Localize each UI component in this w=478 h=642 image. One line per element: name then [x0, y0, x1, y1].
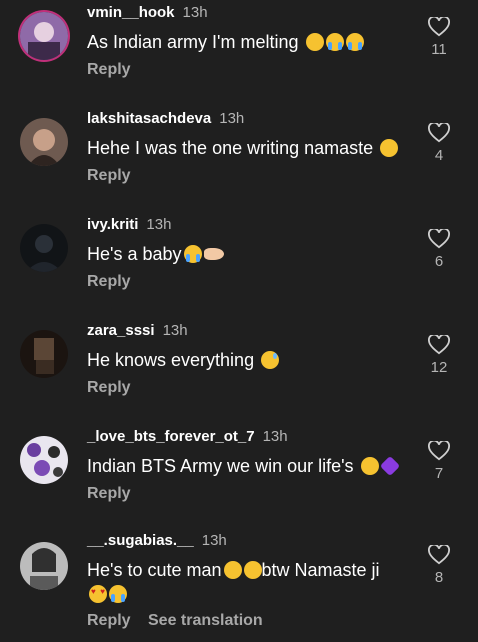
username-text[interactable]: vmin__hook	[87, 4, 175, 21]
anxious-face-emoji	[261, 351, 280, 369]
comment-text: As Indian army I'm melting	[87, 30, 417, 54]
comment-text-body: As Indian army I'm melting	[87, 32, 299, 52]
grimacing-face-emoji	[223, 561, 242, 579]
like-button[interactable]: 6	[426, 229, 452, 270]
comment-text: Indian BTS Army we win our life's	[87, 454, 417, 478]
comment-text-continued: btw Namaste ji	[261, 560, 380, 580]
avatar[interactable]	[20, 542, 68, 590]
heart-icon[interactable]	[428, 229, 450, 249]
comment-text-body: Hehe I was the one writing namaste	[87, 138, 374, 158]
reply-button[interactable]: Reply	[87, 485, 131, 503]
comment-text: He's to cute man btw Namaste ji	[87, 558, 417, 606]
heart-icon[interactable]	[428, 123, 450, 143]
username-text[interactable]: __.sugabias.__	[87, 532, 194, 549]
avatar[interactable]	[20, 118, 68, 166]
like-count: 8	[434, 569, 444, 586]
tears-of-joy-face-emoji	[109, 585, 127, 603]
reply-button[interactable]: Reply	[87, 167, 131, 185]
comment-text-body: He's a baby	[87, 244, 182, 264]
comment-text: He's a baby	[87, 242, 417, 266]
avatar[interactable]	[20, 224, 68, 272]
heart-icon[interactable]	[428, 17, 450, 37]
comment-username[interactable]: vmin__hook 13h	[87, 4, 208, 21]
melting-face-emoji	[305, 33, 324, 51]
heart-eyes-face-emoji	[89, 585, 107, 603]
comment-username[interactable]: ivy.kriti 13h	[87, 216, 171, 233]
comment-time: 13h	[262, 428, 288, 445]
heart-icon[interactable]	[428, 335, 450, 355]
smiling-face-emoji	[360, 457, 379, 475]
purple-heart-emoji	[379, 455, 400, 477]
like-button[interactable]: 12	[426, 335, 452, 376]
avatar[interactable]	[20, 12, 68, 60]
comment-time: 13h	[162, 322, 188, 339]
heart-icon[interactable]	[428, 441, 450, 461]
comment-text-body: He's to cute man	[87, 560, 222, 580]
like-count: 12	[430, 359, 448, 376]
comment-time: 13h	[201, 532, 227, 549]
comment-text: He knows everything	[87, 348, 417, 372]
like-button[interactable]: 11	[426, 17, 452, 58]
face-blowing-kiss-emoji	[243, 561, 262, 579]
pointing-hand-emoji	[203, 248, 224, 260]
username-text[interactable]: ivy.kriti	[87, 216, 138, 233]
like-button[interactable]: 4	[426, 123, 452, 164]
comment-username[interactable]: _love_bts_forever_ot_7 13h	[87, 428, 288, 445]
reply-button[interactable]: Reply	[87, 61, 131, 79]
loudly-crying-face-emoji	[325, 33, 344, 51]
like-button[interactable]: 7	[426, 441, 452, 482]
avatar[interactable]	[20, 330, 68, 378]
like-button[interactable]: 8	[426, 545, 452, 586]
loudly-crying-face-emoji	[183, 245, 202, 263]
grinning-face-emoji	[380, 139, 399, 157]
comment-text-body: Indian BTS Army we win our life's	[87, 456, 354, 476]
loudly-crying-face-emoji	[345, 33, 364, 51]
comment-time: 13h	[182, 4, 208, 21]
username-text[interactable]: zara_sssi	[87, 322, 155, 339]
heart-icon[interactable]	[428, 545, 450, 565]
comment-username[interactable]: __.sugabias.__ 13h	[87, 532, 227, 549]
username-text[interactable]: lakshitasachdeva	[87, 110, 211, 127]
comment-text: Hehe I was the one writing namaste	[87, 136, 417, 160]
reply-button[interactable]: Reply	[87, 612, 131, 630]
see-translation-button[interactable]: See translation	[148, 612, 263, 630]
comment-username[interactable]: zara_sssi 13h	[87, 322, 188, 339]
like-count: 11	[431, 41, 447, 58]
username-text[interactable]: _love_bts_forever_ot_7	[87, 428, 255, 445]
comment-time: 13h	[146, 216, 172, 233]
reply-button[interactable]: Reply	[87, 379, 131, 397]
avatar[interactable]	[20, 436, 68, 484]
like-count: 7	[434, 465, 444, 482]
comment-username[interactable]: lakshitasachdeva 13h	[87, 110, 244, 127]
comment-time: 13h	[219, 110, 245, 127]
like-count: 6	[434, 253, 444, 270]
comment-text-body: He knows everything	[87, 350, 255, 370]
like-count: 4	[434, 147, 444, 164]
reply-button[interactable]: Reply	[87, 273, 131, 291]
